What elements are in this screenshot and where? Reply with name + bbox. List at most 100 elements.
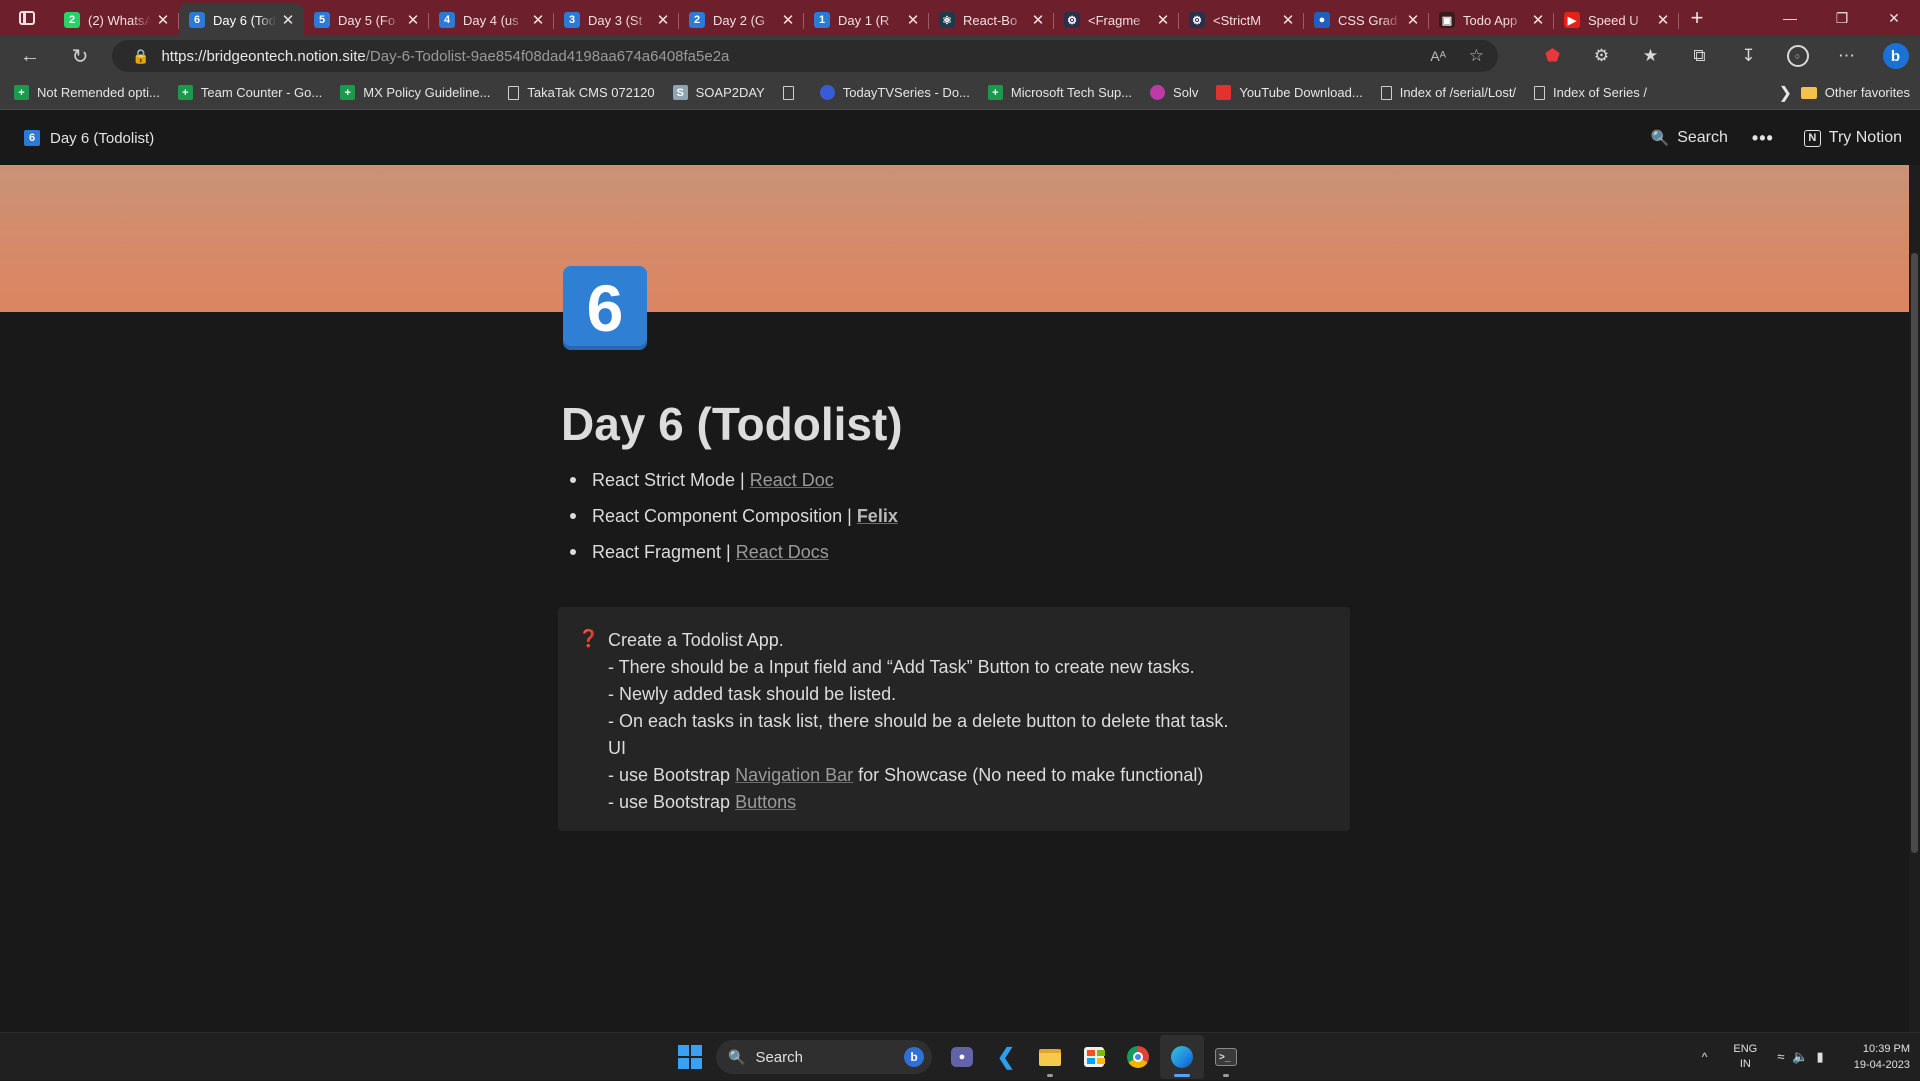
css-icon: ● (1314, 12, 1330, 28)
browser-tab[interactable]: 2 Day 2 (G ✕ (679, 4, 804, 36)
bookmark-item[interactable]: Solv (1150, 85, 1198, 100)
callout-link[interactable]: Navigation Bar (735, 765, 853, 785)
browser-tab[interactable]: 6 Day 6 (Todolist)✕ (179, 4, 304, 36)
terminal-app[interactable]: >_ (1204, 1035, 1248, 1079)
bookmark-item[interactable]: + Team Counter - Go... (177, 85, 322, 100)
add-favorite-icon[interactable]: ☆ (1469, 46, 1484, 66)
close-tab-icon[interactable]: ✕ (655, 11, 671, 29)
list-item: React Fragment | React Docs (570, 534, 898, 570)
tab-title: Speed U (1588, 12, 1639, 28)
close-tab-icon[interactable]: ✕ (1655, 11, 1671, 29)
show-hidden-icons-chevron-icon[interactable]: ^ (1702, 1050, 1708, 1064)
close-tab-icon[interactable]: ✕ (1530, 11, 1546, 29)
try-notion-button[interactable]: N Try Notion (1803, 129, 1902, 147)
taskbar-search[interactable]: 🔍 Search b (716, 1040, 932, 1074)
network-volume-battery-icons[interactable]: ≈🔈▮ (1777, 1049, 1831, 1065)
bookmark-item[interactable]: + MX Policy Guideline... (340, 85, 490, 100)
callout-link[interactable]: Buttons (735, 792, 796, 812)
input-language[interactable]: ENG IN (1733, 1042, 1757, 1072)
close-tab-icon[interactable]: ✕ (530, 11, 546, 29)
browser-tab[interactable]: ▶ Speed U ✕ (1554, 4, 1679, 36)
edge-app[interactable] (1160, 1035, 1204, 1079)
minimize-button[interactable]: — (1764, 0, 1816, 36)
bing-icon: b (904, 1047, 924, 1067)
scrollbar-thumb[interactable] (1911, 253, 1918, 853)
settings-more-button[interactable]: ⋯ (1822, 36, 1871, 76)
list-item-link[interactable]: Felix (857, 501, 898, 531)
teams-app[interactable]: ● (940, 1035, 984, 1079)
browser-tab[interactable]: 4 Day 4 (us ✕ (429, 4, 554, 36)
tab-title: Day 5 (Fo (338, 12, 396, 28)
bookmark-item[interactable]: YouTube Download... (1216, 85, 1363, 100)
react-icon: ⚛ (939, 12, 955, 28)
refresh-button[interactable]: ↻ (60, 36, 100, 76)
bookmark-item[interactable]: S SOAP2DAY (672, 85, 765, 100)
new-tab-button[interactable]: + (1679, 0, 1715, 36)
store-app[interactable] (1072, 1035, 1116, 1079)
page-scrollbar[interactable] (1909, 165, 1920, 1032)
extensions-icon[interactable]: ⚙ (1577, 36, 1626, 76)
bookmark-item[interactable] (782, 85, 802, 100)
browser-tab[interactable]: ⚙ <StrictM ✕ (1179, 4, 1304, 36)
close-tab-icon[interactable]: ✕ (780, 11, 796, 29)
bookmark-item[interactable]: + Microsoft Tech Sup... (987, 85, 1132, 100)
close-tab-icon[interactable]: ✕ (155, 11, 171, 29)
close-window-button[interactable]: ✕ (1868, 0, 1920, 36)
back-button[interactable]: ← (10, 36, 50, 76)
browser-tab[interactable]: ● CSS Grad ✕ (1304, 4, 1429, 36)
question-mark-icon: ❓ (578, 629, 600, 648)
bookmark-item[interactable]: Index of Series / (1534, 85, 1647, 100)
close-tab-icon[interactable]: ✕ (1280, 11, 1296, 29)
file-explorer-app[interactable] (1028, 1035, 1072, 1079)
collections-icon[interactable]: ⧉ (1675, 36, 1724, 76)
close-tab-icon[interactable]: ✕ (405, 11, 421, 29)
browser-tab[interactable]: ▣ Todo App ✕ (1429, 4, 1554, 36)
browser-tab[interactable]: 1 Day 1 (R ✕ (804, 4, 929, 36)
other-favorites-label: Other favorites (1824, 85, 1910, 100)
tab-title: <StrictM (1213, 12, 1262, 28)
close-tab-icon[interactable]: ✕ (1405, 11, 1421, 29)
clock[interactable]: 10:39 PM 19-04-2023 (1854, 1041, 1910, 1073)
address-bar[interactable]: 🔒 https://bridgeontech.notion.site/Day-6… (112, 40, 1498, 72)
bookmark-item[interactable]: Index of /serial/Lost/ (1380, 85, 1517, 100)
notion-topbar: 6 Day 6 (Todolist) 🔍 Search ••• N Try No… (0, 111, 1920, 165)
bing-button[interactable]: b (1871, 36, 1920, 76)
bookmark-item[interactable]: TakaTak CMS 072120 (508, 85, 655, 100)
list-item-link[interactable]: React Doc (750, 465, 834, 495)
downloads-icon[interactable]: ↧ (1724, 36, 1773, 76)
tab-title: Day 2 (G (713, 12, 766, 28)
read-aloud-icon[interactable]: Aᴬ (1430, 48, 1446, 64)
other-favorites-button[interactable]: Other favorites (1800, 85, 1910, 100)
restore-button[interactable]: ❐ (1816, 0, 1868, 36)
more-bookmarks-chevron-icon[interactable]: ❯ (1779, 83, 1792, 103)
tab-actions-button[interactable] (0, 0, 54, 36)
store-icon (1084, 1047, 1105, 1067)
adblock-shield-icon[interactable]: ⬟ (1528, 36, 1577, 76)
bookmark-label: Index of /serial/Lost/ (1399, 85, 1517, 100)
browser-tab[interactable]: 2 (2) WhatsApp✕ (54, 4, 179, 36)
taskbar-search-label: Search (755, 1048, 803, 1066)
favorites-icon[interactable]: ★ (1626, 36, 1675, 76)
close-tab-icon[interactable]: ✕ (905, 11, 921, 29)
bookmark-item[interactable]: TodayTVSeries - Do... (819, 85, 970, 100)
close-tab-icon[interactable]: ✕ (280, 11, 296, 29)
vscode-app[interactable]: ❮ (984, 1035, 1028, 1079)
profile-button[interactable]: ○ (1773, 36, 1822, 76)
bookmark-item[interactable]: + Not Remended opti... (14, 85, 160, 100)
list-item-link[interactable]: React Docs (736, 537, 829, 567)
chrome-app[interactable] (1116, 1035, 1160, 1079)
bookmark-icon: + (340, 85, 356, 100)
start-button[interactable] (678, 1045, 702, 1069)
notion-search-button[interactable]: 🔍 Search (1651, 129, 1728, 147)
close-tab-icon[interactable]: ✕ (1030, 11, 1046, 29)
breadcrumb-page-title[interactable]: Day 6 (Todolist) (50, 130, 154, 147)
react-docs-icon: ⚙ (1189, 12, 1205, 28)
browser-tab[interactable]: ⚛ React-Bo ✕ (929, 4, 1054, 36)
bookmark-label: TakaTak CMS 072120 (527, 85, 655, 100)
more-options-icon[interactable]: ••• (1752, 128, 1774, 149)
task-callout: ❓ Create a Todolist App. - There should b… (558, 607, 1350, 831)
browser-tab[interactable]: 3 Day 3 (St ✕ (554, 4, 679, 36)
close-tab-icon[interactable]: ✕ (1155, 11, 1171, 29)
browser-tab[interactable]: 5 Day 5 (Fo ✕ (304, 4, 429, 36)
browser-tab[interactable]: ⚙ <Fragme ✕ (1054, 4, 1179, 36)
